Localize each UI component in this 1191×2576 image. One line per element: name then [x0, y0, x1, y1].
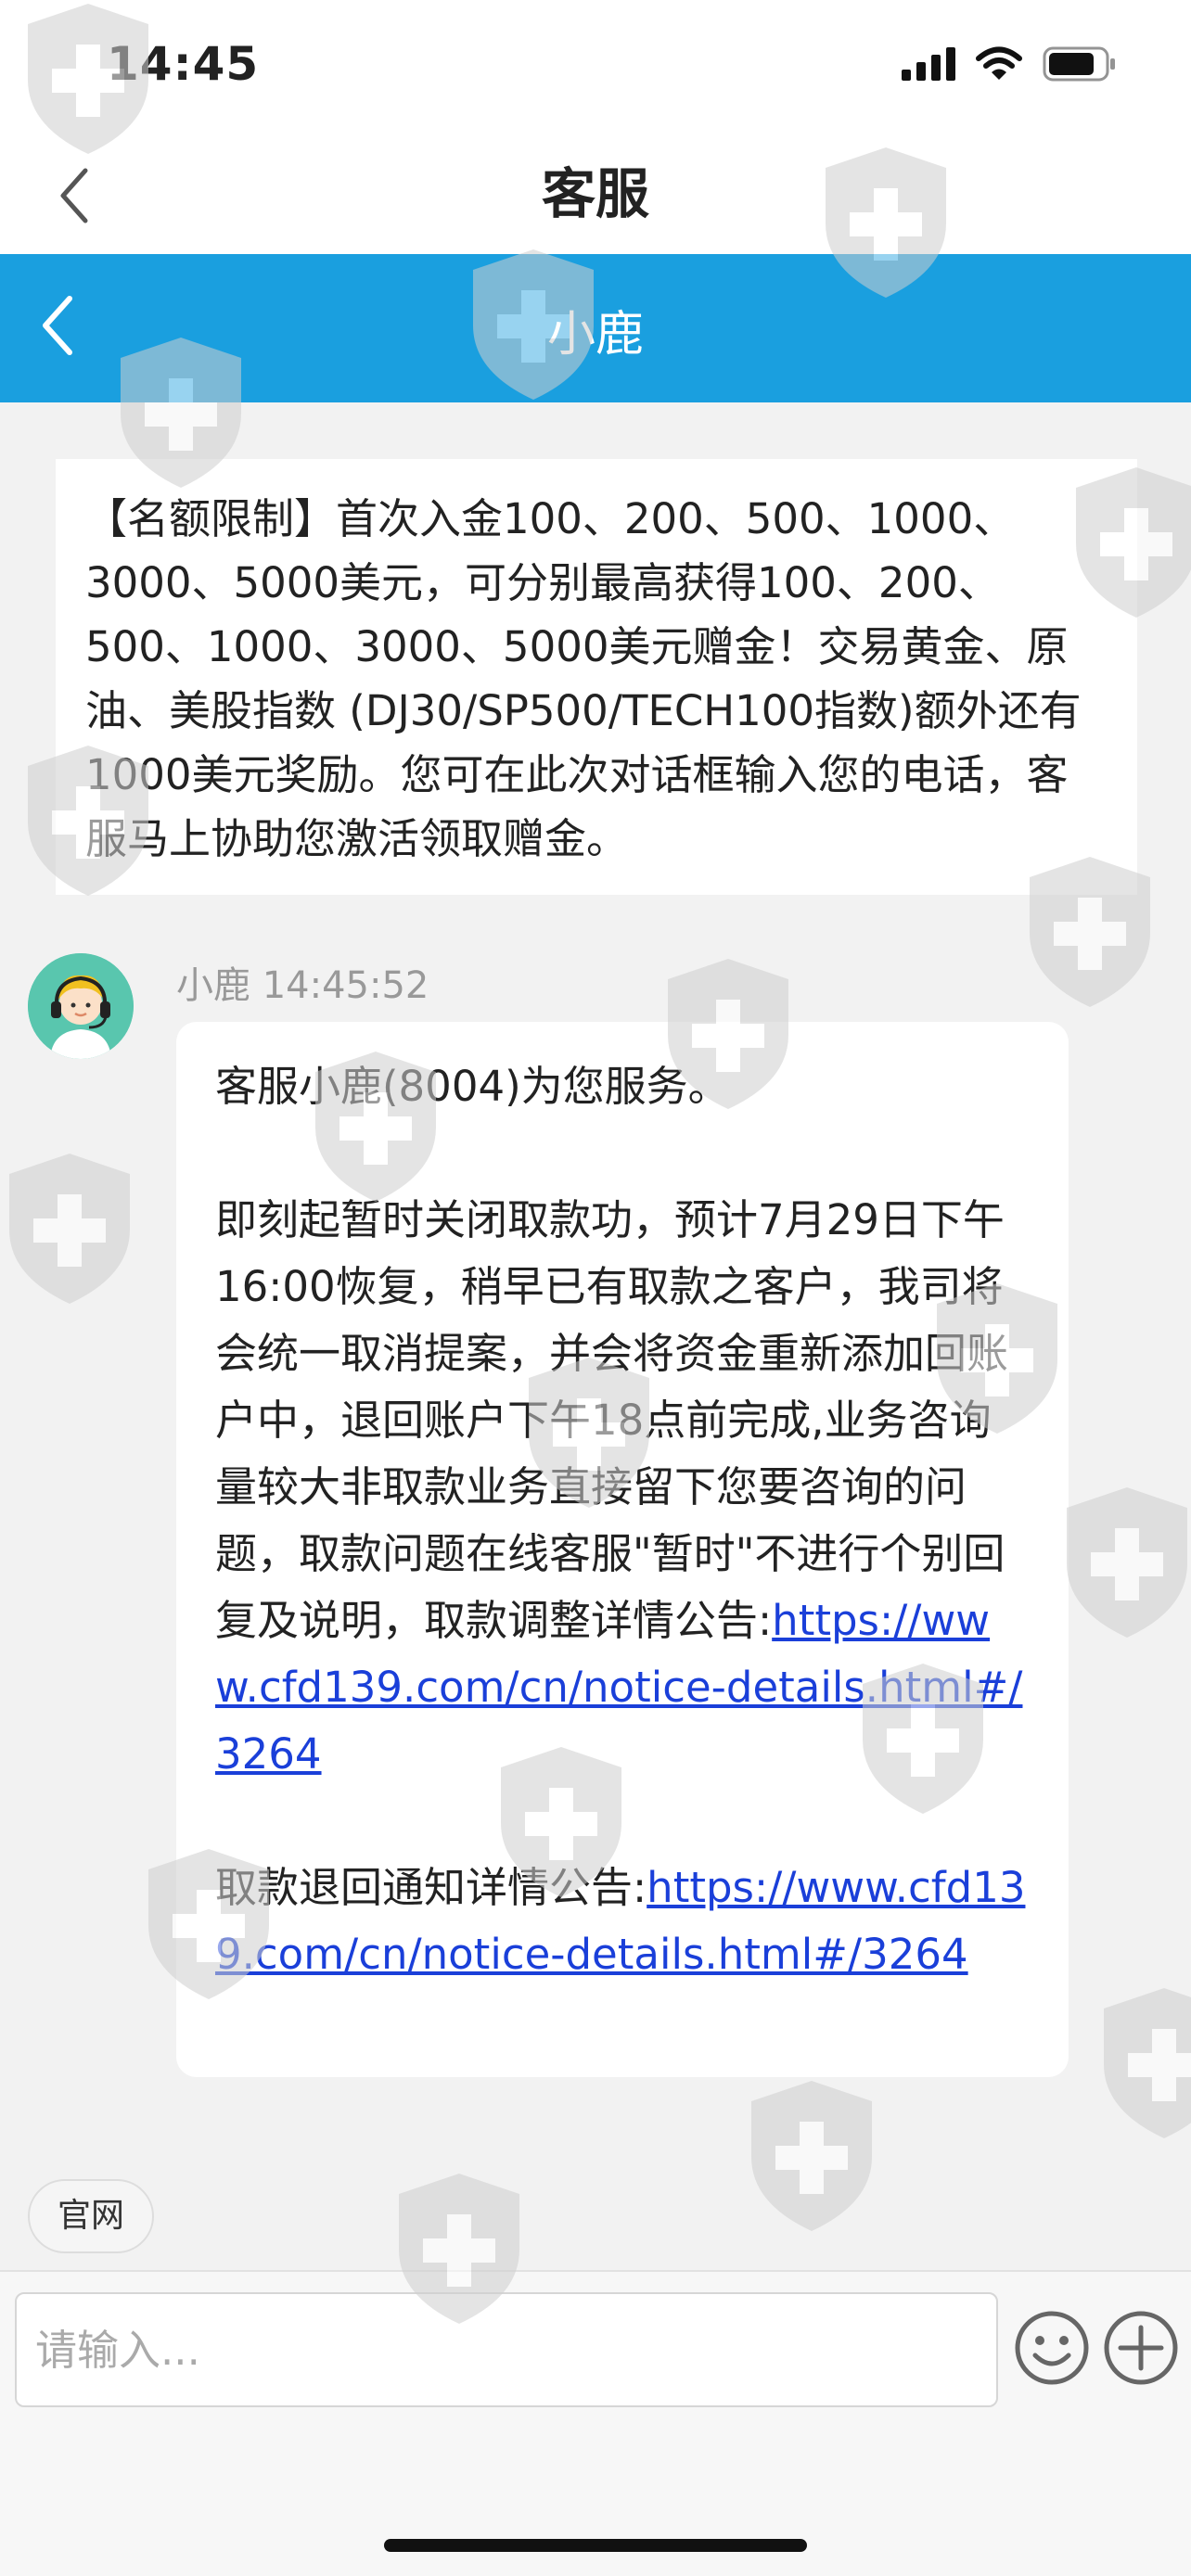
quick-reply-official-site[interactable]: 官网: [28, 2179, 154, 2253]
page-title: 客服: [541, 162, 649, 225]
home-indicator: [384, 2539, 807, 2552]
headset-agent-icon: [28, 953, 134, 1059]
emoji-button[interactable]: [1013, 2309, 1091, 2391]
battery-icon: [1043, 46, 1115, 82]
shield-cross-watermark: [1104, 1988, 1191, 2138]
input-bar: [0, 2272, 1191, 2576]
add-button[interactable]: [1102, 2309, 1180, 2391]
message-bubble: 客服小鹿(8004)为您服务。 即刻起暂时关闭取款功，预计7月29日下午16:0…: [176, 1022, 1069, 2077]
message-paragraph: 取款退回通知详情公告:https://www.cfd139.com/cn/not…: [215, 1863, 1026, 1979]
message-greeting: 客服小鹿(8004)为您服务。: [215, 1062, 730, 1111]
promo-notice-card: 【名额限制】首次入金100、200、500、1000、3000、5000美元，可…: [56, 459, 1137, 895]
wifi-icon: [976, 46, 1022, 80]
plus-circle-icon: [1104, 2311, 1178, 2385]
smiley-icon: [1015, 2311, 1089, 2385]
status-bar: 14:45: [0, 0, 1191, 130]
nav-bar: 客服: [0, 130, 1191, 254]
chat-title: 小鹿: [546, 307, 644, 363]
status-icons: [902, 46, 1117, 82]
quick-reply-bar: 官网: [0, 2161, 1191, 2270]
signal-bars-icon: [902, 47, 955, 81]
shield-cross-watermark: [1067, 1487, 1187, 1638]
message-sender-time: 小鹿 14:45:52: [176, 964, 429, 1007]
message-paragraph: 即刻起暂时关闭取款功，预计7月29日下午16:00恢复，稍早已有取款之客户，我司…: [215, 1195, 1023, 1779]
message-input[interactable]: [15, 2292, 998, 2407]
status-time: 14:45: [107, 37, 260, 91]
shield-cross-watermark: [9, 1154, 130, 1304]
chat-header: 小鹿: [0, 254, 1191, 402]
agent-avatar: [28, 953, 134, 1059]
